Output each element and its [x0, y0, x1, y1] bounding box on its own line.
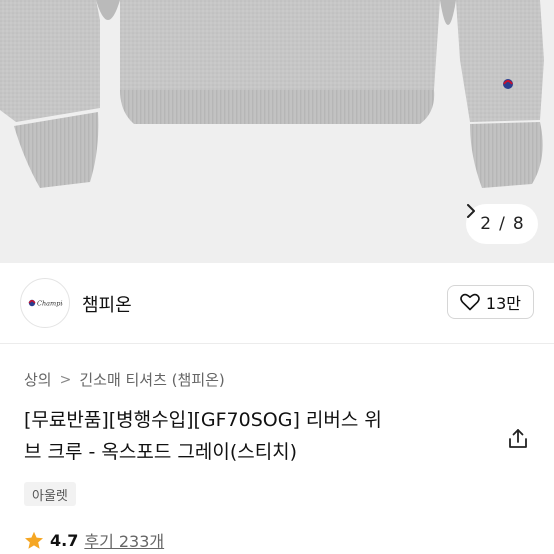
breadcrumb-subcategory[interactable]: 긴소매 티셔츠 (챔피온) — [79, 369, 224, 390]
product-title-line-1: [무료반품][병행수입][GF70SOG] 리버스 위 — [24, 409, 382, 431]
section-divider — [0, 343, 554, 344]
svg-text:Champion: Champion — [37, 300, 63, 308]
product-detail-page: 2 / 8 Champion 챔피온 13만 상의 > 긴소매 — [0, 0, 554, 554]
image-pager[interactable]: 2 / 8 — [466, 204, 538, 244]
pager-total: 8 — [512, 214, 524, 234]
brand-row: Champion 챔피온 13만 — [0, 263, 554, 343]
review-count-link[interactable]: 후기 233개 — [84, 528, 164, 552]
chevron-right-icon[interactable] — [466, 204, 476, 218]
brand-name[interactable]: 챔피온 — [82, 291, 132, 317]
breadcrumb: 상의 > 긴소매 티셔츠 (챔피온) — [24, 369, 225, 390]
breadcrumb-category[interactable]: 상의 — [24, 369, 52, 390]
rating-score: 4.7 — [50, 530, 79, 550]
brand-avatar[interactable]: Champion — [20, 278, 70, 328]
outlet-tag: 아울렛 — [24, 482, 76, 506]
product-image-gallery[interactable]: 2 / 8 — [0, 0, 554, 263]
like-count: 13만 — [485, 294, 521, 313]
champion-logo-icon: Champion — [28, 300, 63, 308]
product-title-line-2: 브 크루 - 옥스포드 그레이(스티치) — [24, 441, 298, 463]
pager-separator: / — [499, 214, 505, 234]
heart-outline-icon — [460, 293, 480, 311]
pager-current: 2 — [480, 214, 492, 234]
star-icon — [25, 531, 43, 549]
breadcrumb-separator: > — [59, 371, 72, 388]
product-title: [무료반품][병행수입][GF70SOG] 리버스 위 브 크루 - 옥스포드 … — [24, 404, 474, 468]
like-button[interactable]: 13만 — [446, 285, 534, 319]
share-icon[interactable] — [506, 427, 530, 451]
rating-summary: 4.7 후기 233개 — [24, 528, 164, 552]
